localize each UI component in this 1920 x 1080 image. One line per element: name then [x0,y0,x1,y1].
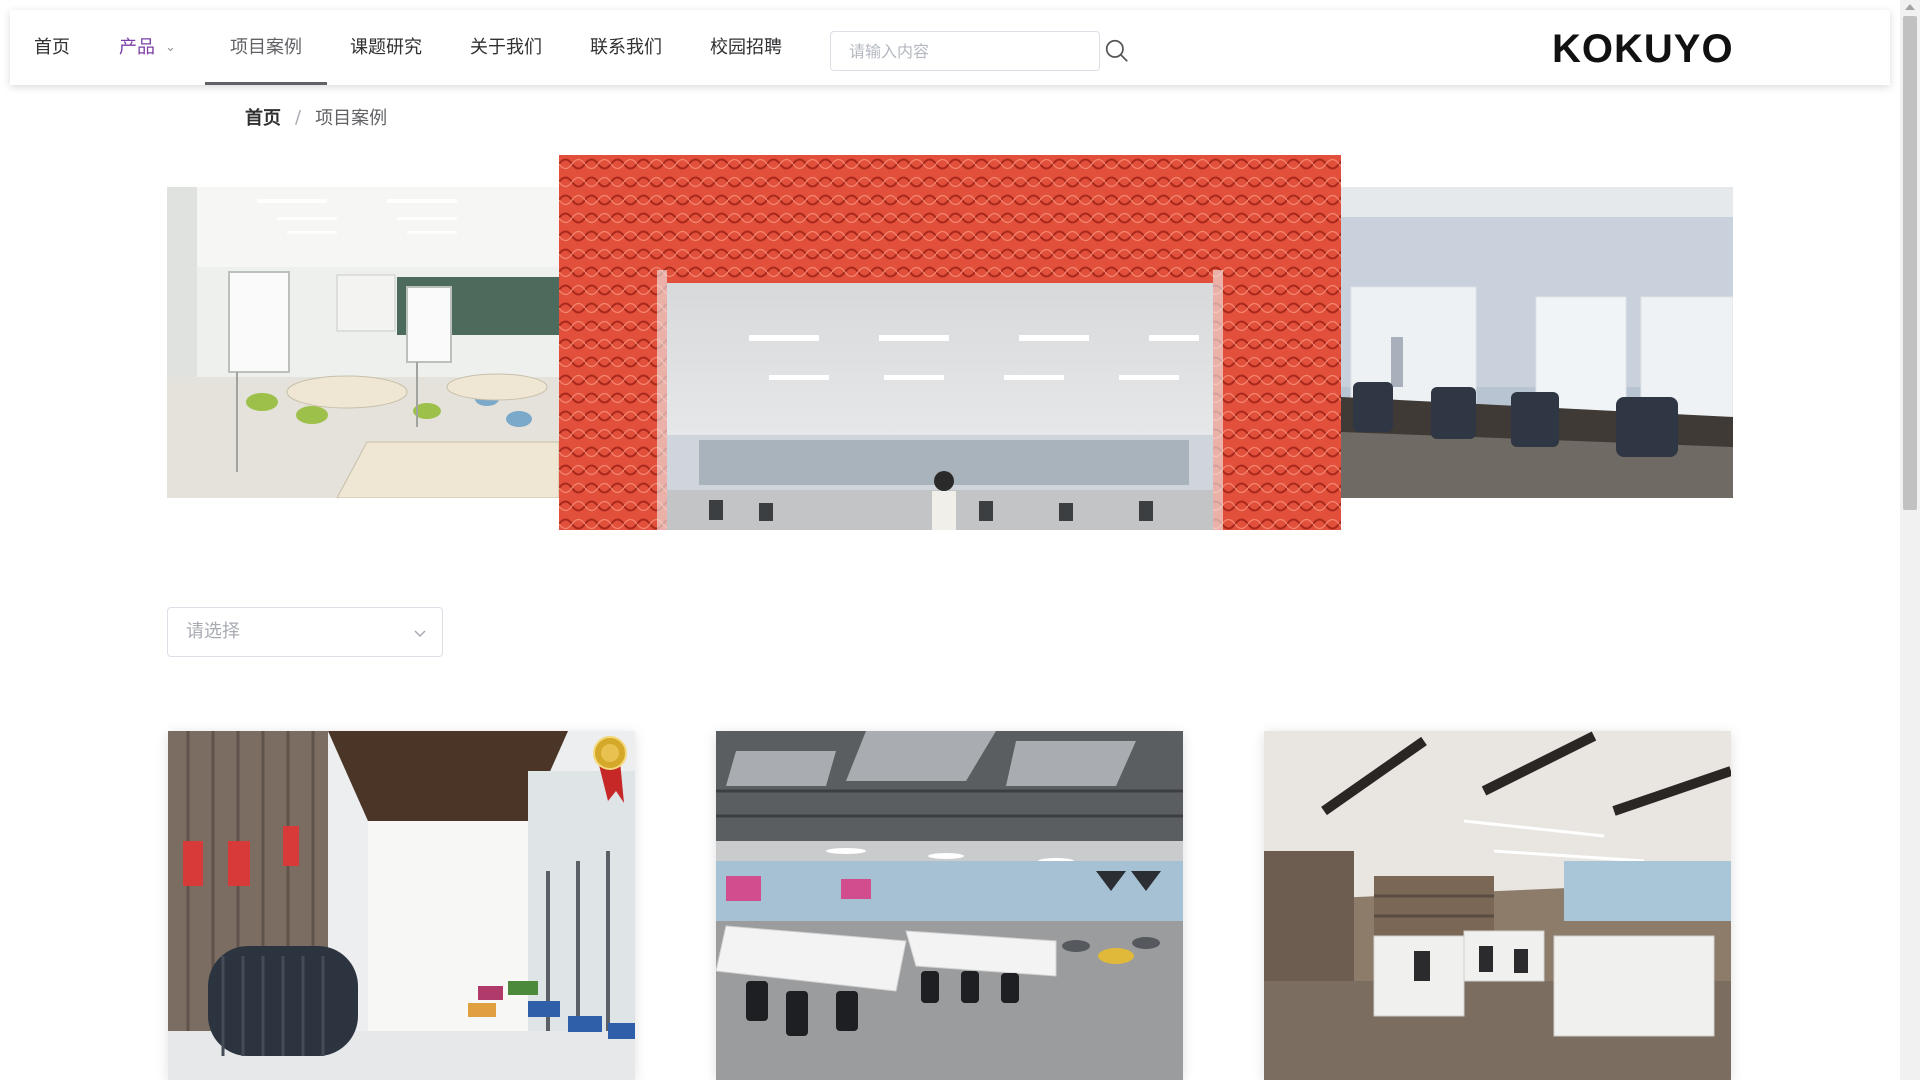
project-card-image [716,731,1183,1080]
nav-item-campus-recruitment[interactable]: 校园招聘 [710,10,782,85]
page-scrollbar[interactable] [1900,0,1920,1080]
project-card[interactable] [716,731,1183,1080]
breadcrumb-home-link[interactable]: 首页 [245,104,281,130]
carousel-slide-office-red-frame[interactable] [559,155,1341,530]
breadcrumb: 首页 / 项目案例 [245,104,387,130]
top-navigation: 首页 产品 ⌄ 项目案例 课题研究 关于我们 联系我们 校园招聘 KOKUYO [10,10,1890,85]
project-card-image [168,731,635,1080]
nav-item-products[interactable]: 产品 ⌄ [119,10,176,85]
carousel-slide-meeting-rooms[interactable] [1341,187,1733,498]
nav-item-home[interactable]: 首页 [34,10,70,85]
search-icon[interactable] [1104,38,1130,64]
scrollbar-thumb[interactable] [1903,16,1917,510]
carousel-slide-classroom[interactable] [167,187,559,498]
breadcrumb-current: 项目案例 [315,108,388,129]
chevron-down-icon [414,630,426,638]
search-input[interactable] [830,31,1100,71]
chevron-down-icon: ⌄ [165,40,176,55]
nav-item-contact[interactable]: 联系我们 [590,10,662,85]
breadcrumb-separator: / [295,106,302,128]
project-card-image [1264,731,1731,1080]
category-select[interactable]: 请选择 [167,607,443,657]
nav-item-products-label: 产品 [119,37,155,58]
project-card[interactable] [168,731,635,1080]
nav-item-about[interactable]: 关于我们 [470,10,542,85]
nav-item-projects[interactable]: 项目案例 [205,10,327,85]
brand-logo[interactable]: KOKUYO [1552,28,1734,70]
category-select-placeholder: 请选择 [186,621,240,642]
project-card[interactable] [1264,731,1731,1080]
scroll-up-icon[interactable] [1905,4,1915,10]
nav-item-research[interactable]: 课题研究 [350,10,422,85]
